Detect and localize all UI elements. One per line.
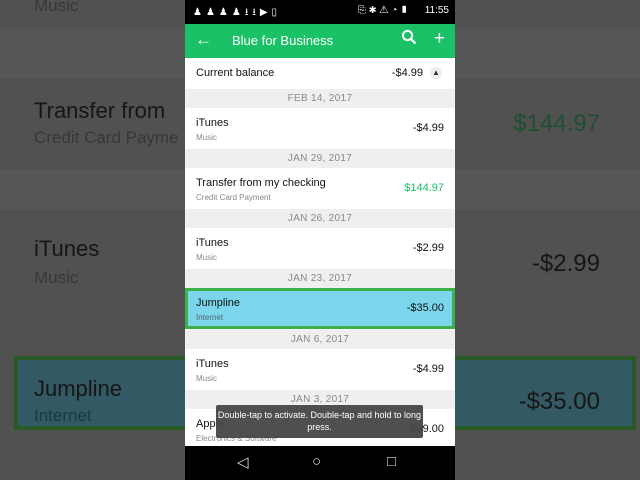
transaction-row-focused[interactable]: Jumpline Internet -$35.00 — [185, 288, 455, 329]
back-nav-icon[interactable]: ◁ — [237, 453, 249, 471]
transaction-category: Credit Card Payment — [196, 193, 271, 202]
app-bar: ← Blue for Business + — [185, 24, 455, 58]
navigation-bar: ◁ ○ □ — [185, 446, 455, 480]
date-header: JAN 26, 2017 — [185, 209, 455, 228]
transaction-title: iTunes — [196, 117, 229, 129]
date-header: JAN 23, 2017 — [185, 269, 455, 288]
current-balance-row[interactable]: Current balance -$4.99 ▲ — [185, 58, 455, 90]
arrow-left-icon[interactable]: ← — [195, 30, 212, 50]
transaction-title: Jumpline — [196, 297, 241, 309]
transaction-category: Music — [196, 253, 217, 262]
transaction-category: Music — [196, 374, 217, 383]
date-header: FEB 14, 2017 — [185, 89, 455, 108]
transaction-category: Internet — [196, 313, 224, 322]
system-icons: ⎘✱⚠◔▮ — [357, 5, 411, 16]
chevron-up-icon[interactable]: ▲ — [430, 67, 442, 79]
transaction-title: iTunes — [196, 358, 229, 370]
date-header: JAN 29, 2017 — [185, 149, 455, 168]
transaction-title: Transfer from my checking — [196, 177, 326, 189]
transaction-amount: -$4.99 — [412, 122, 444, 134]
notification-icons: ♟♟♟♟⭳⭳▶▯ — [193, 7, 282, 18]
accessibility-toast: Double-tap to activate. Double-tap and h… — [216, 405, 423, 438]
transaction-amount: $144.97 — [404, 182, 444, 194]
recents-nav-icon[interactable]: □ — [387, 453, 396, 470]
plus-icon[interactable]: + — [434, 28, 445, 50]
phone-screen: ♟♟♟♟⭳⭳▶▯ ⎘✱⚠◔▮ 11:55 ← Blue for Business… — [185, 0, 455, 480]
transaction-row[interactable]: iTunes Music -$2.99 — [185, 228, 455, 269]
balance-label: Current balance — [196, 67, 275, 79]
transaction-row[interactable]: iTunes Music -$4.99 — [185, 349, 455, 390]
transaction-row[interactable]: Transfer from my checking Credit Card Pa… — [185, 168, 455, 209]
transaction-amount: -$35.00 — [406, 302, 444, 314]
search-icon[interactable] — [401, 29, 417, 50]
page-title: Blue for Business — [232, 33, 334, 48]
transaction-amount: -$2.99 — [412, 242, 444, 254]
transaction-row[interactable]: iTunes Music -$4.99 — [185, 108, 455, 149]
home-nav-icon[interactable]: ○ — [312, 453, 321, 470]
balance-amount: -$4.99 — [391, 67, 423, 79]
status-bar: ♟♟♟♟⭳⭳▶▯ ⎘✱⚠◔▮ 11:55 — [185, 0, 455, 24]
transaction-category: Music — [196, 133, 217, 142]
transaction-list[interactable]: Current balance -$4.99 ▲ FEB 14, 2017 iT… — [185, 58, 455, 448]
clock: 11:55 — [424, 5, 449, 16]
transaction-title: iTunes — [196, 237, 229, 249]
transaction-amount: -$4.99 — [412, 363, 444, 375]
date-header: JAN 6, 2017 — [185, 330, 455, 349]
